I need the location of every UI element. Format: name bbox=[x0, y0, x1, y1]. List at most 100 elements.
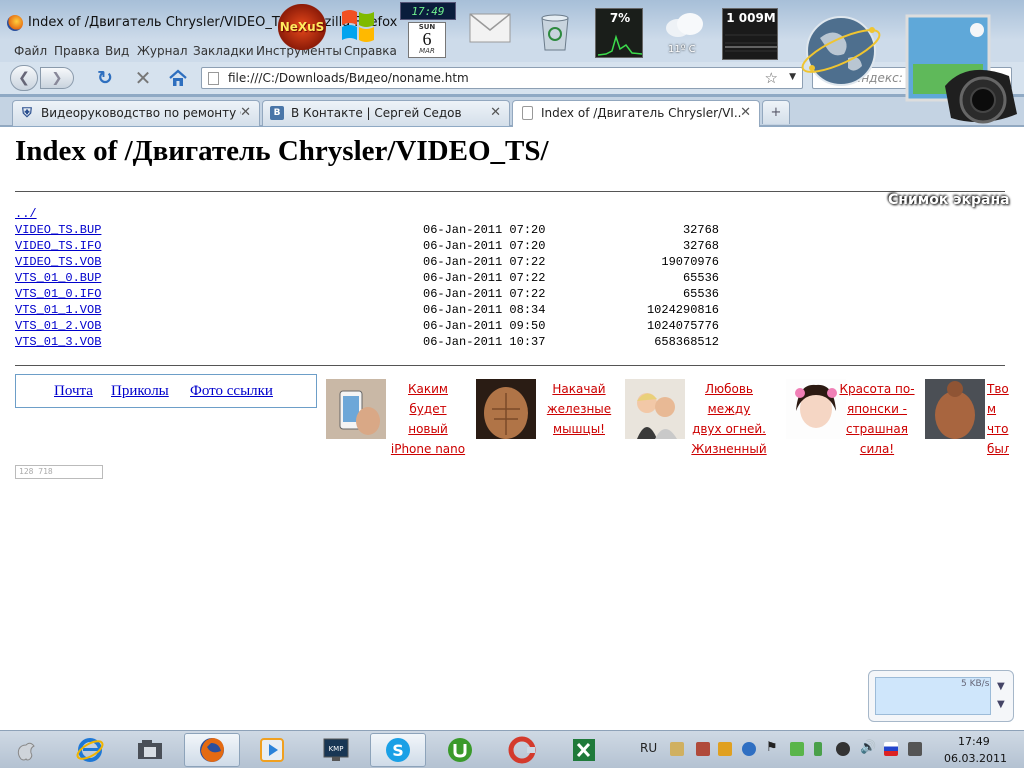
file-link[interactable]: VTS_01_1.VOB bbox=[15, 303, 101, 317]
taskbar-ccleaner[interactable] bbox=[494, 733, 550, 767]
file-link[interactable]: VTS_01_0.IFO bbox=[15, 287, 101, 301]
chevron-down-icon[interactable]: ▼ bbox=[997, 699, 1005, 710]
list-item: VIDEO_TS.IFO 06-Jan-2011 07:20 32768 bbox=[15, 239, 735, 255]
bookmark-star-icon[interactable]: ☆ bbox=[765, 69, 778, 87]
link-jokes[interactable]: Приколы bbox=[111, 383, 169, 400]
chevron-down-icon[interactable]: ▼ bbox=[789, 72, 796, 82]
globe-icon[interactable] bbox=[798, 8, 884, 94]
taskbar-internet-explorer[interactable] bbox=[62, 733, 118, 767]
battery-icon[interactable] bbox=[814, 742, 822, 756]
file-link[interactable]: VIDEO_TS.IFO bbox=[15, 239, 101, 253]
taskbar-kmplayer[interactable]: KMP bbox=[308, 733, 364, 767]
nexus-dock-gadget[interactable]: NeXuS bbox=[278, 4, 326, 50]
new-tab-button[interactable]: + bbox=[762, 100, 790, 124]
tab-index-of[interactable]: Index of /Двигатель Chrysler/VI... ✕ bbox=[512, 100, 760, 127]
ad-text[interactable]: Каким будет новый iPhone nano bbox=[388, 379, 468, 459]
weather-temperature: 11º C bbox=[668, 44, 696, 55]
taskbar-utorrent[interactable] bbox=[432, 733, 488, 767]
url-input[interactable] bbox=[228, 70, 758, 86]
tray-app-icon[interactable] bbox=[836, 742, 850, 756]
screenshot-label: Снимок экрана bbox=[888, 192, 1010, 208]
ad-teaser[interactable]: Любовь между двух огней. Жизненный bbox=[625, 379, 770, 459]
file-listing: ../ VIDEO_TS.BUP 06-Jan-2011 07:20 32768… bbox=[15, 207, 735, 351]
language-flag-icon[interactable] bbox=[884, 742, 898, 756]
address-bar[interactable]: ☆ ▼ bbox=[201, 67, 803, 89]
recycle-bin-icon[interactable] bbox=[538, 12, 572, 52]
tab-vkontakte[interactable]: B В Контакте | Сергей Седов ✕ bbox=[262, 100, 510, 126]
cpu-value: 7% bbox=[609, 11, 631, 25]
taskbar-excel[interactable] bbox=[556, 733, 612, 767]
taskbar-clock-time[interactable]: 17:49 bbox=[958, 735, 990, 748]
ad-thumbnail bbox=[625, 379, 685, 439]
menu-view[interactable]: Вид bbox=[105, 44, 129, 58]
home-icon bbox=[169, 69, 187, 86]
language-indicator[interactable]: RU bbox=[640, 741, 657, 755]
speaker-icon[interactable]: 🔊 bbox=[860, 740, 876, 755]
menu-help[interactable]: Справка bbox=[344, 44, 397, 58]
menu-history[interactable]: Журнал bbox=[137, 44, 188, 58]
stop-button[interactable]: ✕ bbox=[132, 66, 154, 90]
link-mail[interactable]: Почта bbox=[54, 383, 93, 400]
utorrent-icon bbox=[448, 738, 472, 762]
file-link[interactable]: VTS_01_0.BUP bbox=[15, 271, 101, 285]
close-icon[interactable]: ✕ bbox=[240, 105, 251, 120]
reload-button[interactable]: ↻ bbox=[94, 67, 116, 89]
taskbar-skype[interactable]: S bbox=[370, 733, 426, 767]
tab-video-manual[interactable]: ⛨ Видеоруководство по ремонту Ch... ✕ bbox=[12, 100, 260, 126]
file-link[interactable]: VTS_01_3.VOB bbox=[15, 335, 101, 349]
flag-icon[interactable]: ⚑ bbox=[766, 740, 780, 755]
file-link[interactable]: VIDEO_TS.VOB bbox=[15, 255, 101, 269]
page-icon bbox=[522, 106, 533, 120]
windows-logo-icon[interactable] bbox=[338, 6, 378, 46]
arrow-down-icon[interactable]: ▼ bbox=[997, 681, 1005, 692]
ad-teaser[interactable]: Тво м что был bbox=[925, 379, 1010, 459]
shield-icon[interactable] bbox=[742, 742, 756, 756]
tray-app-icon[interactable] bbox=[718, 742, 732, 756]
taskbar-explorer[interactable] bbox=[122, 733, 178, 767]
start-button[interactable] bbox=[6, 733, 46, 767]
file-link[interactable]: VIDEO_TS.BUP bbox=[15, 223, 101, 237]
network-adapter-icon[interactable] bbox=[670, 742, 684, 756]
speed-value: 5 KB/s bbox=[961, 679, 990, 689]
arrow-right-icon: ❯ bbox=[51, 70, 63, 86]
menu-bookmarks[interactable]: Закладки bbox=[193, 44, 254, 58]
visit-counter[interactable]: 128 718 bbox=[15, 465, 103, 479]
tray-app-icon[interactable] bbox=[790, 742, 804, 756]
file-date: 06-Jan-2011 07:20 bbox=[423, 239, 546, 253]
list-item: VTS_01_0.IFO 06-Jan-2011 07:22 65536 bbox=[15, 287, 735, 303]
screenshot-camera-icon[interactable] bbox=[905, 14, 1024, 130]
taskbar-media-player[interactable] bbox=[244, 733, 300, 767]
forward-button[interactable]: ❯ bbox=[40, 67, 74, 89]
taskbar-firefox[interactable] bbox=[184, 733, 240, 767]
page-icon bbox=[208, 72, 219, 85]
network-icon[interactable] bbox=[908, 742, 922, 756]
ad-text[interactable]: Любовь между двух огней. Жизненный bbox=[691, 379, 767, 459]
menu-edit[interactable]: Правка bbox=[54, 44, 100, 58]
reload-icon: ↻ bbox=[97, 67, 113, 89]
mail-icon[interactable] bbox=[468, 10, 512, 44]
folder-icon bbox=[138, 740, 162, 759]
ad-teaser[interactable]: Каким будет новый iPhone nano bbox=[326, 379, 471, 459]
file-link[interactable]: VTS_01_2.VOB bbox=[15, 319, 101, 333]
back-button[interactable]: ❮ bbox=[10, 65, 38, 91]
file-size: 1024290816 bbox=[646, 303, 719, 317]
menu-file[interactable]: Файл bbox=[14, 44, 47, 58]
ad-teaser[interactable]: Накачай железные мышцы! bbox=[476, 379, 616, 459]
file-size: 65536 bbox=[682, 271, 719, 285]
ad-text[interactable]: Красота по-японски - страшная сила! bbox=[838, 379, 916, 459]
home-button[interactable] bbox=[166, 67, 190, 89]
close-icon[interactable]: ✕ bbox=[490, 105, 501, 120]
ad-text[interactable]: Накачай железные мышцы! bbox=[546, 379, 612, 439]
links-box: Почта Приколы Фото ссылки bbox=[15, 374, 317, 408]
taskbar-clock-date[interactable]: 06.03.2011 bbox=[944, 752, 1007, 765]
file-size: 658368512 bbox=[654, 335, 719, 349]
tray-app-icon[interactable] bbox=[696, 742, 710, 756]
ad-teaser[interactable]: Красота по-японски - страшная сила! bbox=[786, 379, 921, 459]
link-photo-links[interactable]: Фото ссылки bbox=[190, 383, 273, 400]
ad-text[interactable]: Тво м что был bbox=[987, 379, 1009, 459]
apple-icon bbox=[17, 742, 35, 761]
list-item: VIDEO_TS.VOB 06-Jan-2011 07:22 19070976 bbox=[15, 255, 735, 271]
close-icon[interactable]: ✕ bbox=[740, 105, 751, 120]
speed-notifier[interactable]: 5 KB/s ▼ ▼ bbox=[868, 670, 1014, 722]
parent-directory-link[interactable]: ../ bbox=[15, 207, 37, 221]
